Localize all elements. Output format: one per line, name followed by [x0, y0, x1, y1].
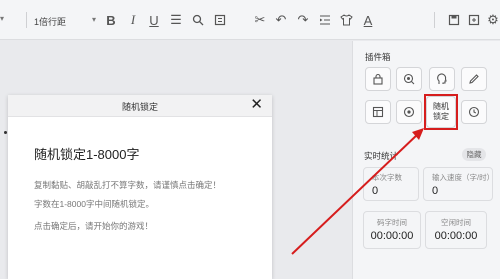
dialog-text-line: 字数在1-8000字中间随机锁定。 [34, 199, 154, 209]
pencil-icon [469, 74, 479, 84]
head-icon [437, 73, 447, 84]
bold-icon[interactable]: B [102, 11, 120, 29]
realtime-stats-title: 实时统计 [364, 151, 399, 161]
close-icon[interactable]: ✕ [250, 97, 263, 113]
toolbar-divider [26, 12, 27, 28]
italic-icon[interactable]: I [124, 11, 142, 29]
typing-speed-label: 输入速度（字/时） [432, 173, 495, 182]
line-spacing-select[interactable]: 1倍行距 ▾ [34, 12, 96, 30]
lock-icon [373, 73, 383, 85]
chevron-down-icon: ▾ [91, 15, 96, 24]
target-icon [403, 106, 415, 118]
style-icon[interactable] [337, 11, 355, 29]
save-as-icon[interactable] [465, 11, 483, 29]
idle-time-label: 空闲时间 [441, 218, 471, 227]
typing-speed-box: 输入速度（字/时） 0 [423, 167, 495, 201]
underline-icon[interactable]: U [145, 11, 163, 29]
toolbar-divider [434, 12, 435, 28]
font-color-icon[interactable]: A [359, 11, 377, 29]
head-plugin-button[interactable] [429, 67, 455, 91]
idle-time-value: 00:00:00 [434, 230, 478, 242]
format-icon[interactable] [211, 11, 229, 29]
settings-icon[interactable]: ⚙ [484, 11, 500, 29]
typing-time-label: 码字时间 [377, 218, 407, 227]
typing-time-value: 00:00:00 [370, 230, 414, 242]
editor-toolbar: ▾ 1倍行距 ▾ B I U ☰ ✂ ↶ ↷ A ⚙ [0, 0, 500, 40]
edit-plugin-button[interactable] [461, 67, 487, 91]
layout-plugin-button[interactable] [365, 100, 391, 124]
chevron-down-icon: ▾ [0, 14, 5, 23]
random-lock-dialog: 随机锁定 ✕ 随机锁定1-8000字 复制黏贴、胡敲乱打不算字数，请谨慎点击确定… [8, 95, 272, 279]
clock-icon [468, 106, 480, 118]
dialog-heading: 随机锁定1-8000字 [34, 147, 140, 162]
timer-plugin-button[interactable] [461, 100, 487, 124]
word-count-label: 本次字数 [372, 173, 402, 182]
target-plugin-button[interactable] [396, 100, 422, 124]
dialog-header: 随机锁定 ✕ [8, 95, 272, 117]
word-count-box: 本次字数 0 [363, 167, 419, 201]
redo-icon[interactable]: ↷ [294, 11, 312, 29]
font-select[interactable]: ▾ [0, 12, 18, 30]
dialog-text-line: 复制黏贴、胡敲乱打不算字数，请谨慎点击确定！ [34, 180, 222, 190]
hide-stats-button[interactable]: 隐藏 [462, 148, 486, 161]
search-plugin-button[interactable] [396, 67, 422, 91]
idle-time-box: 空闲时间 00:00:00 [425, 211, 487, 249]
dialog-text-line: 点击确定后，请开始你的游戏！ [34, 221, 154, 231]
list-icon[interactable]: ☰ [167, 11, 185, 29]
layout-icon [372, 106, 384, 118]
search-icon[interactable] [189, 11, 207, 29]
indent-icon[interactable] [316, 11, 334, 29]
typing-time-box: 码字时间 00:00:00 [363, 211, 421, 249]
lock-plugin-button[interactable] [365, 67, 391, 91]
cut-icon[interactable]: ✂ [251, 11, 269, 29]
undo-icon[interactable]: ↶ [272, 11, 290, 29]
highlight-box [424, 94, 458, 130]
list-bullet [4, 131, 7, 134]
word-count-value: 0 [372, 185, 379, 197]
plugin-box-title: 插件箱 [365, 52, 391, 62]
save-icon[interactable] [445, 11, 463, 29]
dialog-title: 随机锁定 [121, 102, 158, 112]
typing-speed-value: 0 [432, 185, 439, 197]
line-spacing-value: 1倍行距 [34, 16, 67, 27]
search-icon [403, 73, 415, 85]
